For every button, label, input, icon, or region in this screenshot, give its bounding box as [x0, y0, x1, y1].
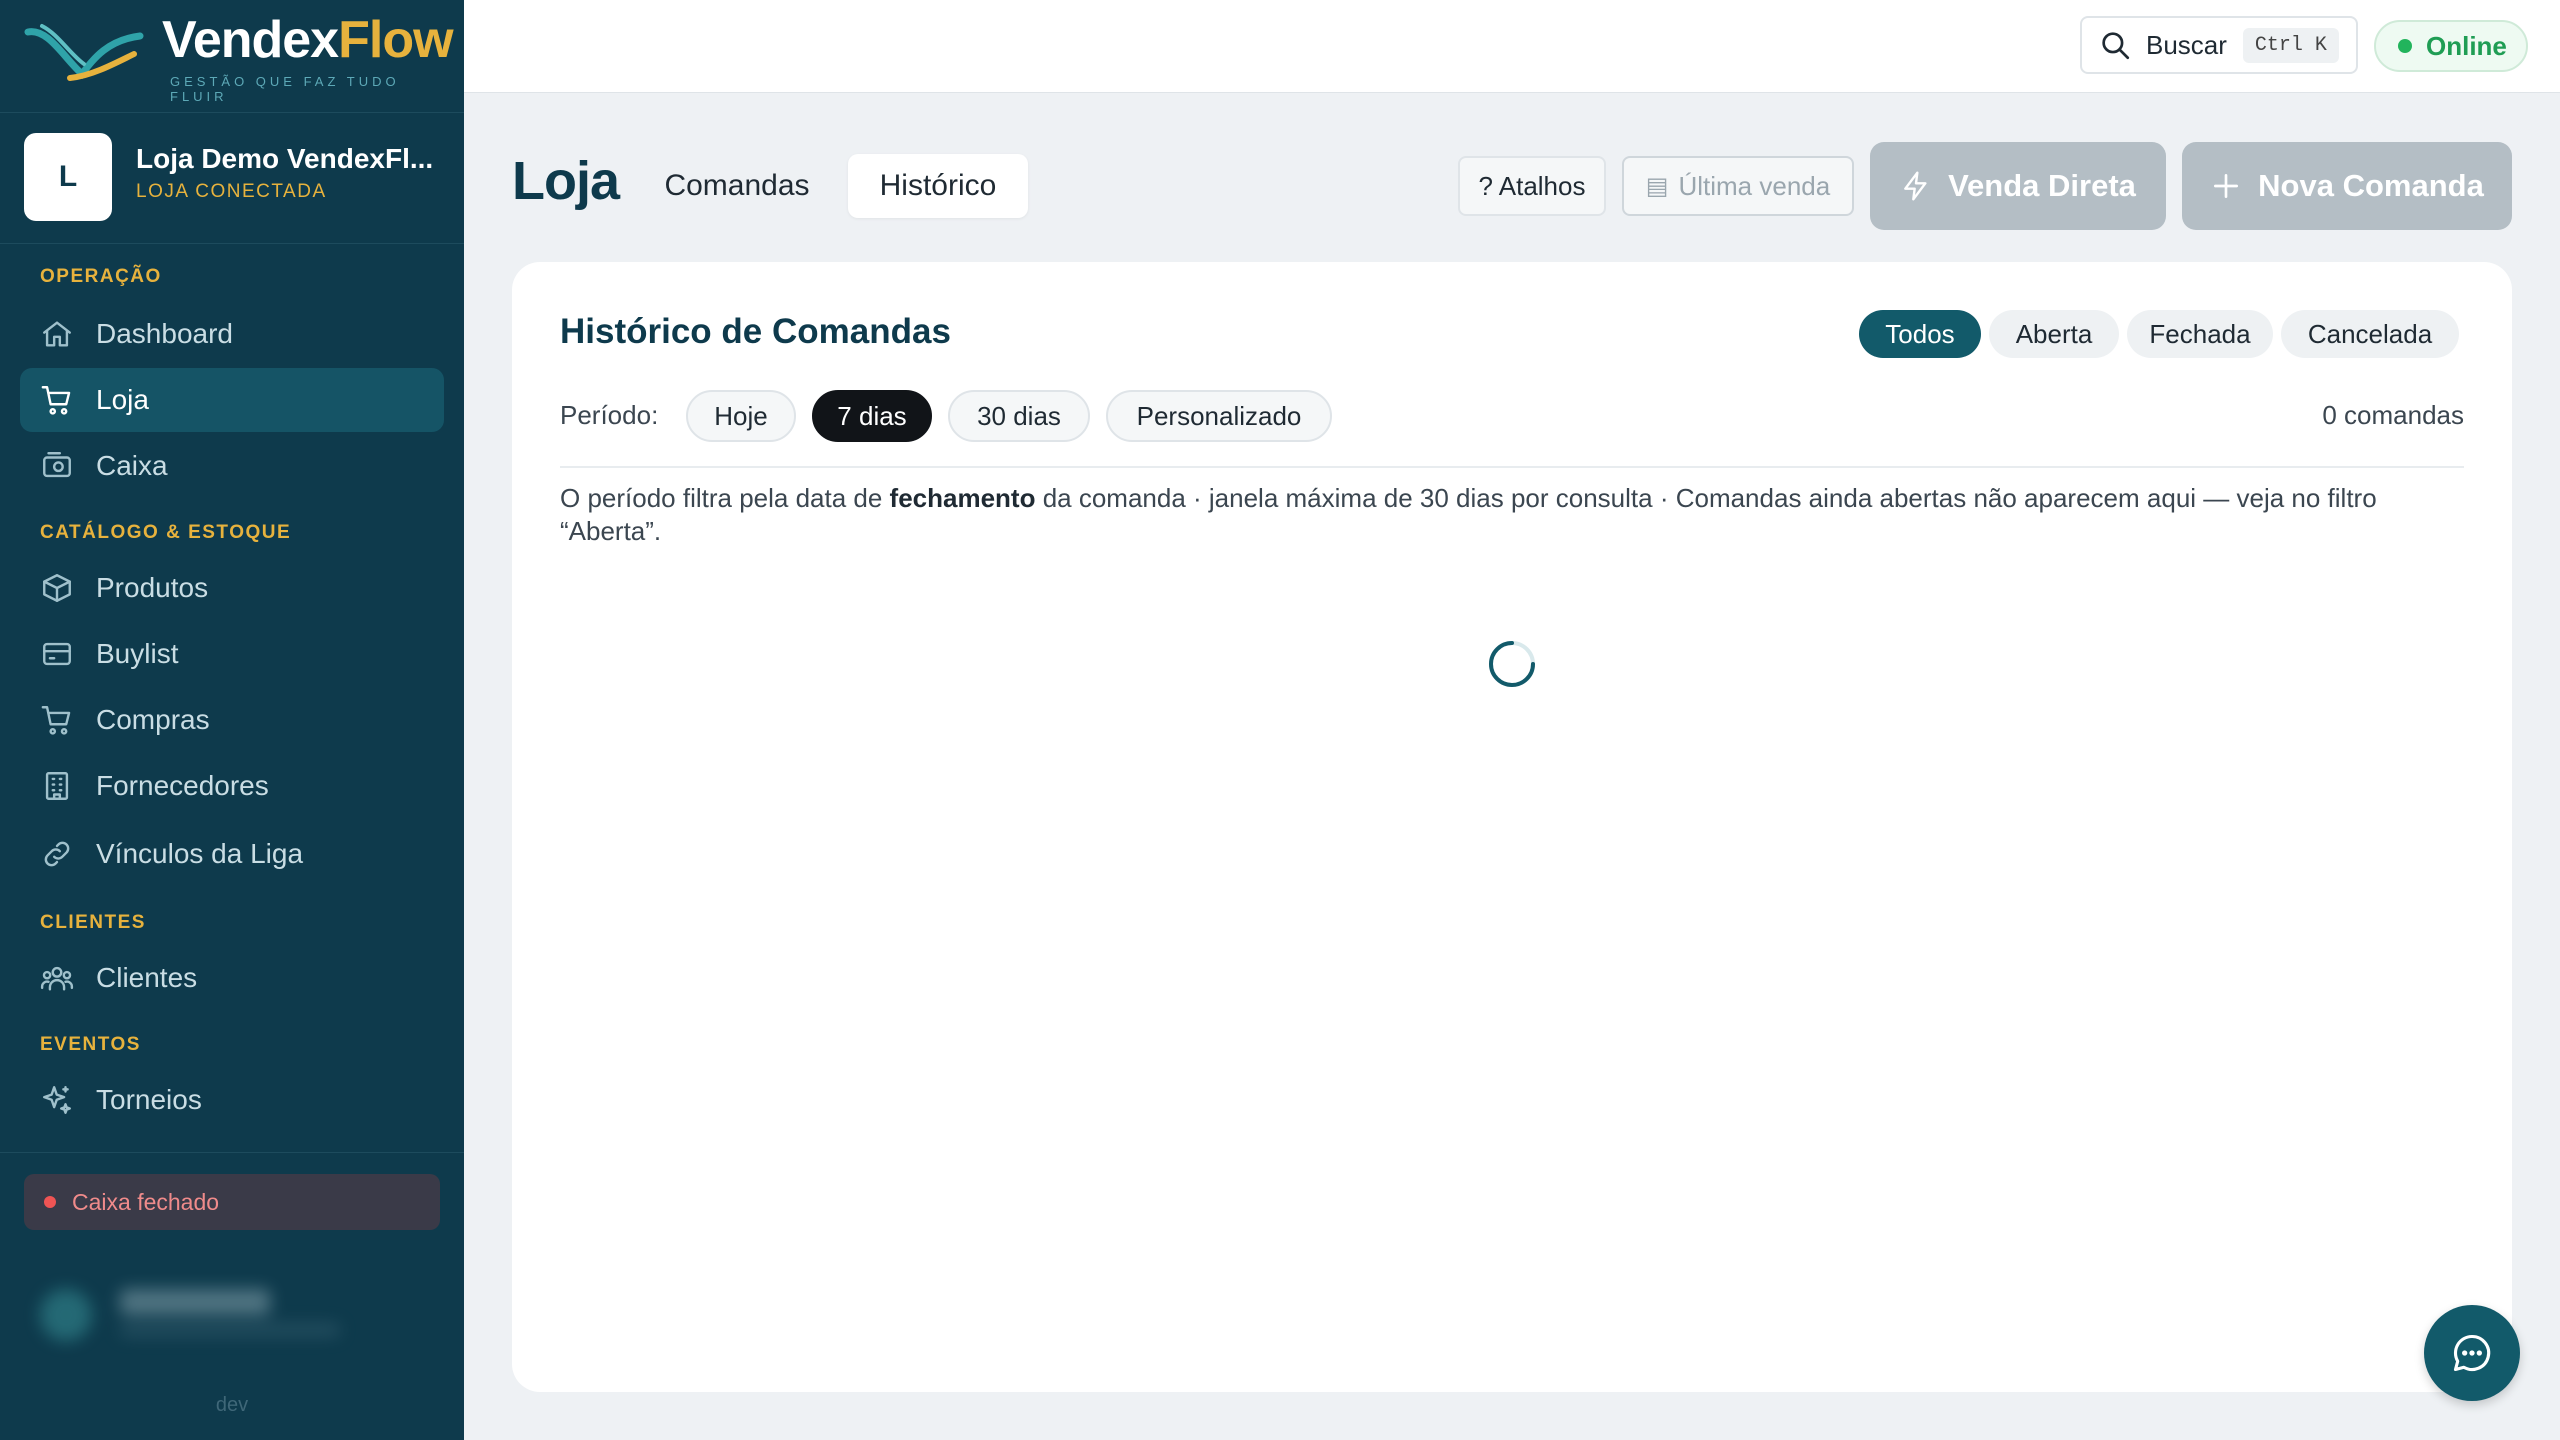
plus-icon: [2214, 174, 2239, 198]
search-label: Buscar: [2146, 29, 2227, 60]
last-sale-label: Última venda: [1678, 170, 1831, 201]
divider: [560, 466, 2464, 468]
period-label: Período:: [560, 400, 659, 430]
direct-sale-label: Venda Direta: [1948, 168, 2136, 203]
receipt-icon: ▤: [1645, 172, 1669, 200]
sidebar-item-label: Compras: [96, 704, 210, 735]
search-icon: [2102, 32, 2130, 60]
sidebar-item-torneios[interactable]: Torneios: [20, 1068, 444, 1132]
lightning-icon: [1904, 171, 1927, 201]
chat-bubble-icon: [2453, 1334, 2491, 1372]
sidebar-item-label: Clientes: [96, 962, 198, 993]
caixa-status-label: Caixa fechado: [72, 1188, 220, 1215]
sidebar-item-buylist[interactable]: Buylist: [20, 622, 444, 686]
status-filter-fechada[interactable]: Fechada: [2127, 310, 2273, 358]
sidebar-item-label: Fornecedores: [96, 770, 269, 801]
home-icon: [43, 321, 71, 347]
connection-status-badge: Online: [2374, 20, 2528, 72]
tab-historico[interactable]: Histórico: [848, 154, 1028, 218]
sidebar-item-label: Vínculos da Liga: [96, 838, 304, 869]
sidebar-item-vinculos-da-liga[interactable]: Vínculos da Liga: [20, 822, 444, 886]
shortcuts-button[interactable]: ? Atalhos: [1458, 156, 1606, 216]
user-name-blurred: [120, 1289, 270, 1315]
chat-support-button[interactable]: [2424, 1305, 2520, 1401]
store-status: LOJA CONECTADA: [136, 181, 327, 202]
direct-sale-button[interactable]: Venda Direta: [1870, 142, 2166, 230]
period-option-7-dias[interactable]: 7 dias: [812, 390, 932, 442]
user-email-blurred: [120, 1323, 340, 1337]
logo-mark-icon: [24, 24, 144, 81]
brand-tagline: GESTÃO QUE FAZ TUDO FLUIR: [170, 74, 400, 104]
building-icon: [45, 772, 69, 800]
last-sale-button[interactable]: ▤ Última venda: [1622, 156, 1854, 216]
store-avatar: L: [24, 133, 112, 221]
nav-section-operacao: OPERAÇÃO: [40, 266, 162, 287]
status-dot: [44, 1196, 56, 1208]
link-icon: [44, 841, 70, 867]
status-filter-cancelada[interactable]: Cancelada: [2281, 310, 2459, 358]
caixa-status-badge[interactable]: Caixa fechado: [24, 1174, 440, 1230]
nav-section-eventos: EVENTOS: [40, 1034, 141, 1055]
environment-label: dev: [215, 1394, 249, 1416]
search-shortcut-hint: Ctrl K: [2242, 27, 2339, 63]
loading-spinner-icon: [1486, 638, 1538, 690]
sidebar-divider: [0, 1152, 464, 1153]
user-profile-blurred[interactable]: [24, 1275, 444, 1345]
brand-name: VendexFlow: [162, 11, 454, 69]
sidebar-item-clientes[interactable]: Clientes: [20, 946, 444, 1010]
cart-icon: [41, 386, 71, 415]
connection-status-label: Online: [2426, 30, 2507, 61]
new-order-label: Nova Comanda: [2258, 168, 2484, 203]
sidebar: VendexFlow GESTÃO QUE FAZ TUDO FLUIR L L…: [0, 0, 464, 1440]
sparkle-icon: [43, 1086, 71, 1114]
card-title: Histórico de Comandas: [560, 312, 951, 351]
cash-register-icon: [43, 452, 71, 478]
sidebar-item-label: Caixa: [96, 450, 168, 481]
search-button[interactable]: Buscar Ctrl K: [2080, 16, 2358, 74]
sidebar-item-dashboard[interactable]: Dashboard: [20, 302, 444, 366]
period-option-hoje[interactable]: Hoje: [686, 390, 796, 442]
sidebar-item-label: Loja: [96, 384, 149, 415]
period-help-text: O período filtra pela data de fechamento…: [560, 483, 2377, 546]
store-selector[interactable]: L Loja Demo VendexFl... LOJA CONECTADA: [0, 112, 464, 244]
online-dot: [2398, 39, 2412, 53]
period-option-personalizado[interactable]: Personalizado: [1106, 390, 1332, 442]
sidebar-item-produtos[interactable]: Produtos: [20, 556, 444, 620]
sidebar-item-label: Torneios: [96, 1084, 202, 1115]
sidebar-item-compras[interactable]: Compras: [20, 688, 444, 752]
orders-count: 0 comandas: [2322, 400, 2464, 430]
tab-comandas[interactable]: Comandas: [642, 154, 832, 218]
card-icon: [43, 642, 71, 666]
box-icon: [43, 574, 71, 602]
sidebar-item-label: Produtos: [96, 572, 209, 603]
nav-section-catalogo: CATÁLOGO & ESTOQUE: [40, 522, 292, 543]
cart-icon: [41, 706, 71, 735]
page-title: Loja: [512, 151, 620, 211]
sidebar-item-label: Buylist: [96, 638, 179, 669]
status-filter-aberta[interactable]: Aberta: [1989, 310, 2119, 358]
history-card: Histórico de Comandas Todos Aberta Fecha…: [512, 262, 2512, 1392]
topbar: Buscar Ctrl K Online: [464, 0, 2560, 93]
period-option-30-dias[interactable]: 30 dias: [948, 390, 1090, 442]
sidebar-item-fornecedores[interactable]: Fornecedores: [20, 754, 444, 818]
new-order-button[interactable]: Nova Comanda: [2182, 142, 2512, 230]
users-icon: [40, 966, 74, 991]
nav-section-clientes: CLIENTES: [40, 912, 146, 933]
status-filter-todos[interactable]: Todos: [1859, 310, 1981, 358]
sidebar-item-label: Dashboard: [96, 318, 233, 349]
store-name: Loja Demo VendexFl...: [136, 143, 434, 174]
sidebar-item-loja[interactable]: Loja: [20, 368, 444, 432]
avatar: [40, 1289, 92, 1341]
brand-logo[interactable]: VendexFlow GESTÃO QUE FAZ TUDO FLUIR: [0, 0, 464, 112]
sidebar-item-caixa[interactable]: Caixa: [20, 434, 444, 498]
